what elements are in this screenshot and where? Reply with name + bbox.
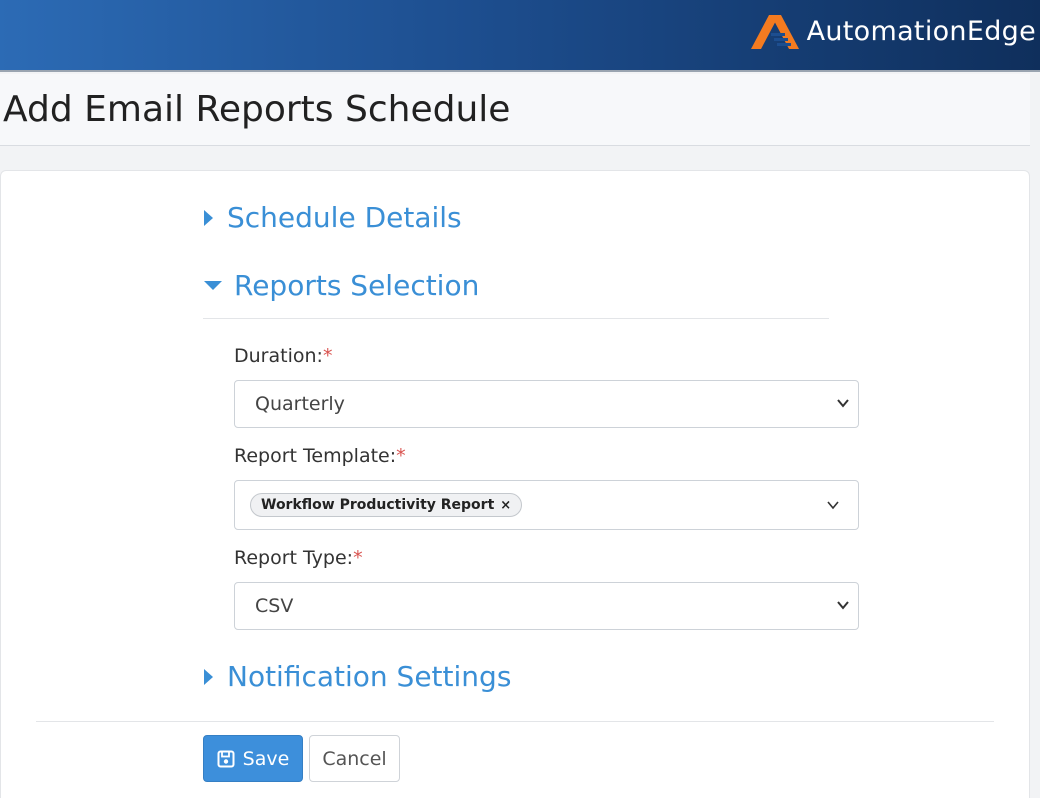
duration-label: Duration:* — [234, 345, 332, 367]
report-type-select[interactable]: CSV — [234, 582, 859, 630]
duration-label-text: Duration: — [234, 345, 323, 367]
chevron-down-icon — [827, 501, 839, 510]
section-notification-settings[interactable]: Notification Settings — [204, 660, 511, 693]
duration-select[interactable]: Quarterly — [234, 380, 859, 428]
report-template-label-text: Report Template: — [234, 445, 397, 467]
report-template-multiselect[interactable]: Workflow Productivity Report × — [234, 480, 859, 530]
remove-tag-icon[interactable]: × — [500, 498, 511, 513]
automationedge-logo-icon — [750, 15, 799, 49]
page-title: Add Email Reports Schedule — [3, 89, 511, 130]
required-mark: * — [353, 547, 363, 569]
required-mark: * — [396, 445, 406, 467]
section-label: Notification Settings — [227, 660, 512, 693]
footer-divider — [36, 721, 994, 722]
section-reports-selection[interactable]: Reports Selection — [204, 269, 479, 302]
brand-name: AutomationEdge — [806, 15, 1036, 47]
brand[interactable]: AutomationEdge — [747, 6, 1036, 56]
selected-template-tag: Workflow Productivity Report × — [250, 493, 523, 517]
report-type-label-text: Report Type: — [234, 547, 354, 569]
tag-label: Workflow Productivity Report — [261, 497, 495, 513]
chevron-down-icon — [837, 399, 849, 408]
section-label: Reports Selection — [234, 269, 480, 302]
save-button[interactable]: Save — [203, 735, 303, 782]
caret-right-icon — [204, 668, 213, 685]
form-card: Schedule Details Reports Selection Durat… — [0, 170, 1030, 798]
floppy-disk-icon — [217, 750, 235, 767]
title-bar: Add Email Reports Schedule — [0, 74, 1040, 146]
caret-down-icon — [204, 281, 222, 290]
page-edge — [1030, 72, 1040, 798]
section-schedule-details[interactable]: Schedule Details — [204, 201, 462, 234]
duration-value: Quarterly — [255, 393, 345, 415]
report-template-label: Report Template:* — [234, 445, 406, 467]
required-mark: * — [322, 345, 333, 367]
section-label: Schedule Details — [227, 201, 462, 234]
top-header-bar: AutomationEdge — [0, 0, 1040, 72]
save-label: Save — [242, 747, 290, 770]
caret-right-icon — [204, 209, 213, 226]
report-type-label: Report Type:* — [234, 547, 363, 569]
report-type-value: CSV — [255, 595, 294, 617]
cancel-button[interactable]: Cancel — [309, 735, 400, 782]
chevron-down-icon — [837, 601, 849, 610]
cancel-label: Cancel — [322, 747, 387, 770]
section-divider — [203, 318, 829, 319]
